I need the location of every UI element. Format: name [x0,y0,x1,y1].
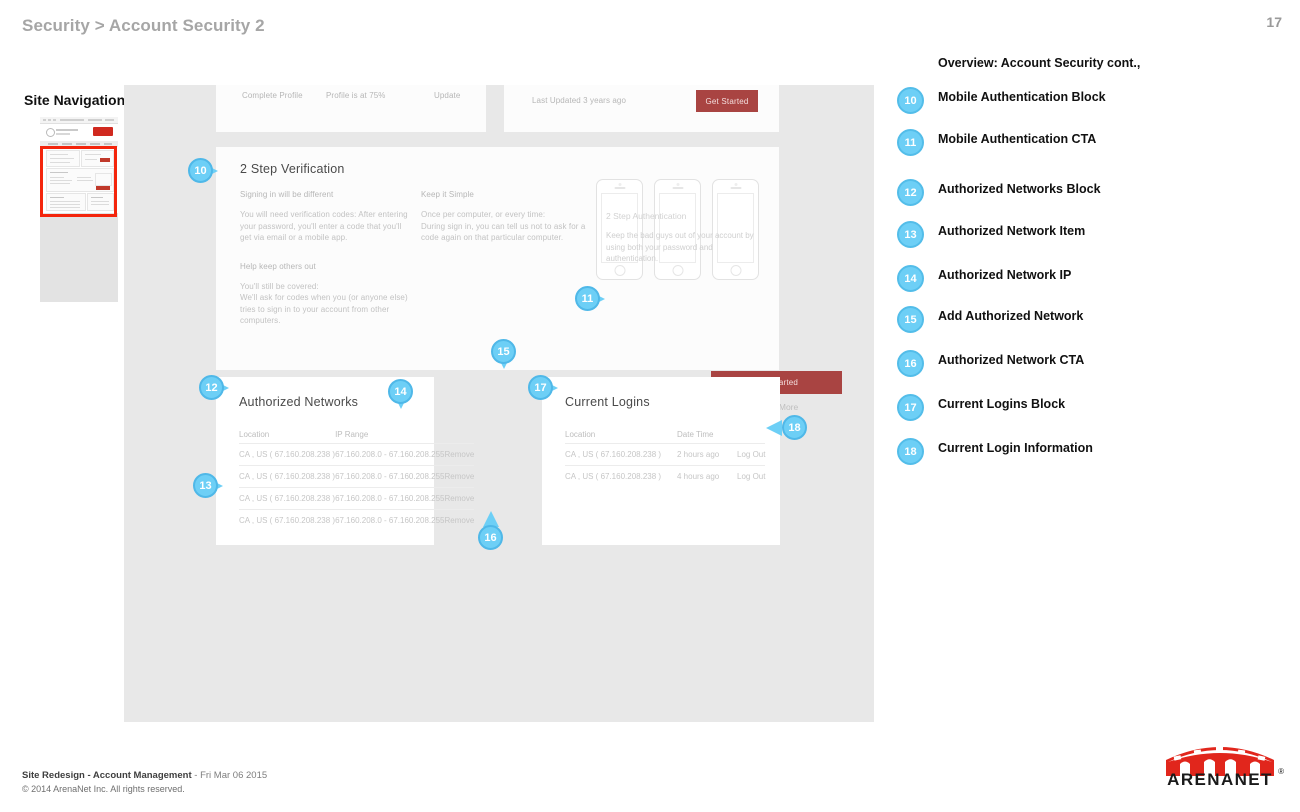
current-logins-table: Location Date Time CA , US ( 67.160.208.… [565,421,766,487]
footer-project-line: Site Redesign - Account Management - Fri… [22,770,267,781]
legend-label: Add Authorized Network [938,309,1084,323]
two-step-verification-block: 2 Step Verification Signing in will be d… [216,147,842,412]
footer-date: Fri Mar 06 2015 [200,770,268,781]
complete-profile-card: Complete Profile Profile is at 75% Updat… [216,85,486,132]
table-row: CA , US ( 67.160.208.238 ) 67.160.208.0 … [239,465,475,488]
cell-date-time: 2 hours ago [677,443,737,466]
cell-location: CA , US ( 67.160.208.238 ) [239,465,336,488]
log-out-link[interactable]: Log Out [737,443,766,466]
two-step-left-body-2: You'll still be covered: We'll ask for c… [240,281,408,326]
last-updated-card: Last Updated 3 years ago Get Started [504,85,779,132]
legend-label: Authorized Network Item [938,224,1086,238]
column-header-action [737,421,765,444]
thumbnail-logo-subtext [56,133,70,135]
legend-badge: 18 [897,438,924,465]
cell-ip-range: 67.160.208.0 - 67.160.208.255 [335,465,445,488]
legend-label: Authorized Networks Block [938,182,1101,196]
legend-label: Mobile Authentication Block [938,90,1106,104]
last-updated-status: Last Updated 3 years ago [532,96,627,105]
legend-badge: 17 [897,394,924,421]
footer-project: Site Redesign - Account Management [22,770,192,781]
footer-separator: - [191,770,201,781]
cell-ip-range: 67.160.208.0 - 67.160.208.255 [335,443,445,466]
cell-date-time: 4 hours ago [677,465,737,487]
legend-badge: 16 [897,350,924,377]
site-navigation-title: Site Navigation [24,92,126,108]
phone-overlay-text: 2 Step Authentication Keep the bad guys … [606,211,766,265]
legend-label: Authorized Network IP [938,268,1072,282]
arenanet-wordmark: ARENANET [1167,770,1273,789]
page-number: 17 [1266,14,1282,30]
legend-label: Current Logins Block [938,397,1066,411]
column-header-location: Location [239,430,270,439]
table-row: CA , US ( 67.160.208.238 ) 2 hours ago L… [565,443,766,466]
authorized-networks-table: Location IP Range CA , US ( 67.160.208.2… [239,421,475,531]
two-step-right-heading: Keep it Simple [421,190,474,199]
complete-profile-label: Complete Profile [242,91,303,100]
remove-link[interactable]: Remove [444,465,475,488]
table-row: CA , US ( 67.160.208.238 ) 67.160.208.0 … [239,443,475,466]
wireframe-canvas: Complete Profile Profile is at 75% Updat… [124,85,874,722]
cell-ip-range: 67.160.208.0 - 67.160.208.255 [335,509,445,531]
phone-overlay-body: Keep the bad guys out of your account by… [606,231,754,263]
two-step-title: 2 Step Verification [240,162,345,176]
remove-link[interactable]: Remove [444,443,475,466]
legend-badge: 12 [897,179,924,206]
two-step-right-column: Keep it Simple Once per computer, or eve… [421,190,596,244]
table-row: CA , US ( 67.160.208.238 ) 4 hours ago L… [565,465,766,487]
slide: Security > Account Security 2 17 Site Na… [22,14,1284,796]
column-header-location: Location [565,430,596,439]
legend-label: Current Login Information [938,441,1093,455]
two-step-left-heading-2: Help keep others out [240,261,316,271]
column-header-action [445,421,475,444]
registered-mark: ® [1278,767,1284,776]
cell-location: CA , US ( 67.160.208.238 ) [565,443,677,466]
thumbnail-brand-badge [93,127,113,136]
remove-link[interactable]: Remove [444,487,475,510]
phone-overlay-title: 2 Step Authentication [606,211,687,221]
thumbnail-browser-bar [40,117,118,124]
cell-location: CA , US ( 67.160.208.238 ) [239,443,336,466]
breadcrumb: Security > Account Security 2 [22,16,265,35]
column-header-date-time: Date Time [677,430,714,439]
two-step-right-body: Once per computer, or every time: During… [421,210,586,242]
two-step-left-heading: Signing in will be different [240,190,334,199]
table-header-row: Location IP Range [239,421,474,444]
footer: Site Redesign - Account Management - Fri… [22,770,267,794]
cell-location: CA , US ( 67.160.208.238 ) [565,465,677,487]
two-step-left-body: You will need verification codes: After … [240,210,408,242]
thumbnail-logo-icon [46,128,55,137]
legend-badge: 15 [897,306,924,333]
phone-illustration: 2 Step Authentication Keep the bad guys … [596,179,759,280]
table-header-row: Location Date Time [565,421,765,444]
thumbnail-logo-text [56,129,78,131]
legend-badge: 14 [897,265,924,292]
remove-link[interactable]: Remove [444,509,475,531]
authorized-networks-title: Authorized Networks [239,395,359,409]
column-header-ip-range: IP Range [335,430,369,439]
cell-location: CA , US ( 67.160.208.238 ) [239,509,336,531]
legend-badge: 13 [897,221,924,248]
table-row: CA , US ( 67.160.208.238 ) 67.160.208.0 … [239,487,475,510]
log-out-link[interactable]: Log Out [737,465,766,487]
legend-label: Mobile Authentication CTA [938,132,1097,146]
complete-profile-update-link[interactable]: Update [434,91,460,100]
footer-copyright: © 2014 ArenaNet Inc. All rights reserved… [22,784,185,794]
legend-badge: 11 [897,129,924,156]
last-updated-get-started-button[interactable]: Get Started [696,90,758,112]
two-step-left-column: Signing in will be different You will ne… [240,190,415,327]
legend-badge: 10 [897,87,924,114]
arenanet-logo: ARENANET ® [1164,740,1284,796]
complete-profile-status: Profile is at 75% [326,91,386,100]
legend-heading: Overview: Account Security cont., [938,56,1141,70]
current-logins-block: Current Logins Location Date Time CA , U… [542,377,780,545]
cell-location: CA , US ( 67.160.208.238 ) [239,487,336,510]
cell-ip-range: 67.160.208.0 - 67.160.208.255 [335,487,445,510]
current-logins-title: Current Logins [565,395,650,409]
legend-label: Authorized Network CTA [938,353,1085,367]
table-row: CA , US ( 67.160.208.238 ) 67.160.208.0 … [239,509,475,531]
thumbnail-highlight-box [40,146,117,217]
